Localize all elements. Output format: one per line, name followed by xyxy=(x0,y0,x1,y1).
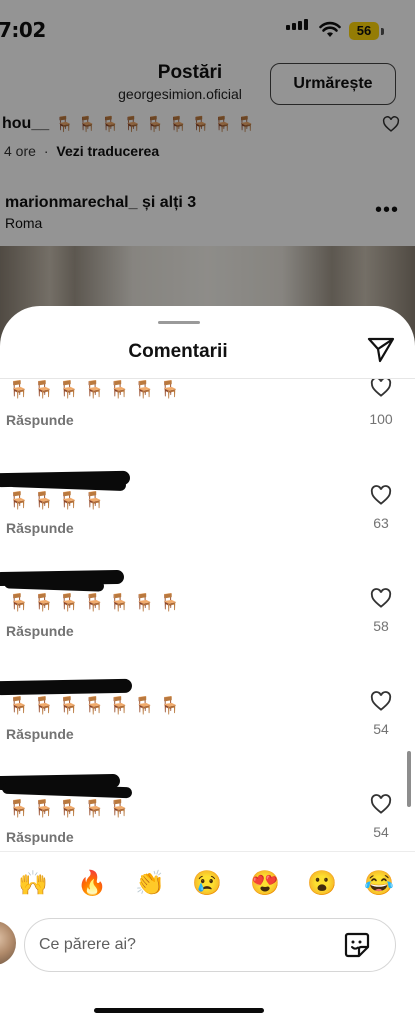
reply-link[interactable]: Răspunde xyxy=(6,520,74,536)
home-indicator[interactable] xyxy=(94,1008,264,1013)
like-count: 100 xyxy=(369,411,393,427)
comments-divider xyxy=(0,851,415,852)
reply-link[interactable]: Răspunde xyxy=(6,412,74,428)
redaction-scribble xyxy=(0,678,133,696)
emoji-fire[interactable]: 🔥 xyxy=(77,863,107,905)
sheet-drag-handle[interactable] xyxy=(158,321,200,324)
like-count: 63 xyxy=(373,515,389,531)
comment-input[interactable] xyxy=(39,919,329,971)
reply-link[interactable]: Răspunde xyxy=(6,623,74,639)
emoji-reaction-bar: 🙌 🔥 👏 😢 😍 😮 😂 xyxy=(0,863,415,905)
heart-outline-icon[interactable] xyxy=(370,691,392,711)
comment-text: 🪑🪑🪑🪑🪑 xyxy=(8,799,134,818)
emoji-surprised-face[interactable]: 😮 xyxy=(307,863,337,905)
emoji-laughing-face[interactable]: 😂 xyxy=(364,863,394,905)
avatar xyxy=(0,921,16,965)
comment-composer xyxy=(24,918,396,972)
list-item: 🪑🪑🪑🪑🪑🪑🪑 Răspunde 54 xyxy=(0,670,415,773)
comment-text: 🪑🪑🪑🪑🪑🪑🪑 xyxy=(8,380,185,399)
reply-link[interactable]: Răspunde xyxy=(6,726,74,742)
heart-outline-icon[interactable] xyxy=(370,794,392,814)
emoji-raising-hands[interactable]: 🙌 xyxy=(18,863,48,905)
list-item: 🪑🪑🪑🪑🪑🪑🪑 Răspunde 100 xyxy=(0,379,415,464)
comment-text: 🪑🪑🪑🪑🪑🪑🪑 xyxy=(8,593,185,612)
comment-text: 🪑🪑🪑🪑🪑🪑🪑 xyxy=(8,696,185,715)
like-count: 54 xyxy=(373,721,389,737)
heart-outline-icon[interactable] xyxy=(370,485,392,505)
heart-outline-icon[interactable] xyxy=(370,588,392,608)
like-count: 58 xyxy=(373,618,389,634)
list-item: 🪑🪑🪑🪑 Răspunde 63 xyxy=(0,464,415,567)
list-item: 🪑🪑🪑🪑🪑 Răspunde 54 xyxy=(0,773,415,851)
heart-outline-icon[interactable] xyxy=(370,379,392,397)
comments-sheet: Comentarii 🪑🪑🪑🪑🪑🪑🪑 Răspunde 100 🪑🪑🪑🪑 Răs… xyxy=(0,306,415,1024)
comment-text: 🪑🪑🪑🪑 xyxy=(8,491,109,510)
comments-scrollbar[interactable] xyxy=(407,751,411,807)
redaction-scribble xyxy=(3,577,105,592)
emoji-crying-face[interactable]: 😢 xyxy=(192,863,222,905)
like-count: 54 xyxy=(373,824,389,840)
paper-plane-icon[interactable] xyxy=(367,337,395,363)
emoji-heart-eyes[interactable]: 😍 xyxy=(250,863,280,905)
list-item: 🪑🪑🪑🪑🪑🪑🪑 Răspunde 58 xyxy=(0,567,415,670)
emoji-clapping-hands[interactable]: 👏 xyxy=(135,863,165,905)
sheet-title: Comentarii xyxy=(128,341,228,362)
comments-list[interactable]: 🪑🪑🪑🪑🪑🪑🪑 Răspunde 100 🪑🪑🪑🪑 Răspunde 63 🪑🪑… xyxy=(0,379,415,851)
sticker-icon[interactable] xyxy=(343,931,371,959)
reply-link[interactable]: Răspunde xyxy=(6,829,74,845)
